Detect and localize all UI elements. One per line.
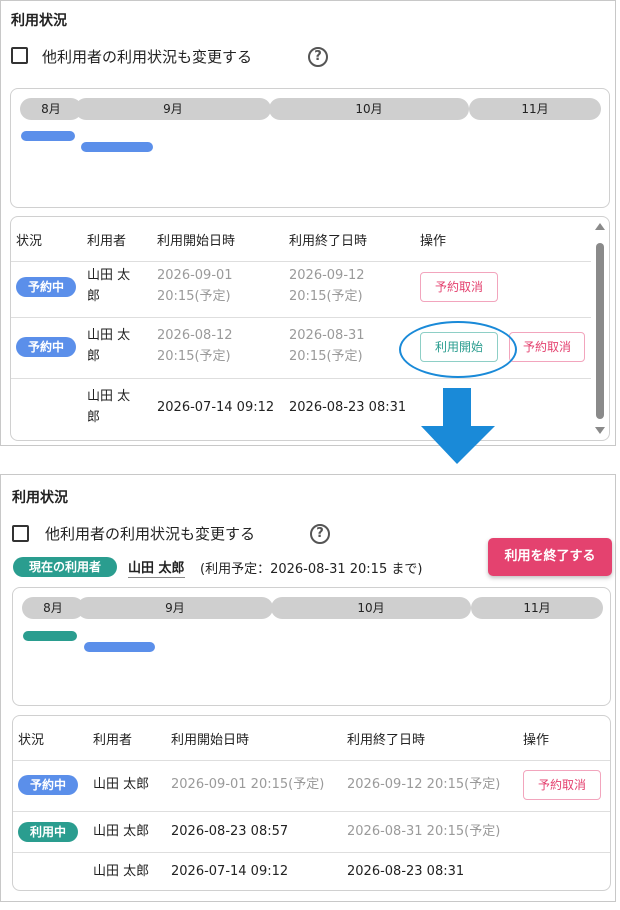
start-cell: 2026-07-14 09:12 — [157, 400, 275, 415]
scroll-thumb[interactable] — [596, 243, 604, 419]
help-icon[interactable]: ? — [310, 524, 330, 544]
user-name: 山田 太 — [87, 328, 131, 343]
start-cell: 2026-09-01 20:15(予定) — [171, 777, 325, 792]
header-action: 操作 — [523, 733, 550, 748]
user-name: 郎 — [87, 289, 101, 304]
checkbox-label: 他利用者の利用状況も変更する — [45, 525, 256, 543]
start-cell: 2026-07-14 09:12 — [171, 864, 289, 879]
month-oct: 10月 — [269, 98, 469, 120]
start-time: 20:15(予定) — [157, 289, 231, 304]
current-user-badge: 現在の利用者 — [13, 557, 117, 577]
month-sep: 9月 — [75, 98, 271, 120]
help-icon[interactable]: ? — [308, 47, 328, 67]
usage-table: 状況 利用者 利用開始日時 利用終了日時 操作 予約中 山田 太郎 2026-0… — [12, 715, 611, 891]
scroll-up-icon[interactable] — [595, 223, 605, 230]
start-date: 2026-09-01 — [157, 268, 233, 283]
reservation-bar[interactable] — [84, 642, 155, 652]
usage-table: 状況 利用者 利用開始日時 利用終了日時 操作 予約中 山田 太 郎 2026-… — [10, 216, 610, 441]
header-status: 状況 — [16, 234, 43, 249]
top-panel: 利用状況 他利用者の利用状況も変更する ? 8月 9月 10月 11月 状況 利… — [0, 0, 616, 446]
divider — [11, 317, 591, 318]
start-cell: 2026-09-01 20:15(予定) — [157, 265, 233, 307]
status-badge: 予約中 — [16, 277, 76, 297]
end-cell: 2026-08-23 08:31 — [289, 400, 407, 415]
user-cell: 山田 太 郎 — [87, 386, 130, 428]
schedule-note: (利用予定：2026-08-31 20:15 まで) — [200, 562, 423, 577]
user-cell: 山田 太郎 — [93, 777, 150, 792]
divider — [13, 852, 610, 853]
month-nov: 11月 — [469, 98, 601, 120]
end-date: 2026-08-31 — [289, 328, 365, 343]
end-cell: 2026-08-23 08:31 — [347, 864, 465, 879]
month-oct: 10月 — [271, 597, 471, 619]
current-user-name: 山田 太郎 — [128, 557, 185, 578]
other-users-checkbox[interactable] — [12, 525, 29, 542]
down-arrow-icon — [421, 388, 495, 464]
other-users-checkbox[interactable] — [11, 47, 28, 64]
month-aug: 8月 — [20, 98, 82, 120]
start-cell: 2026-08-12 20:15(予定) — [157, 325, 233, 367]
end-cell: 2026-08-31 20:15(予定) — [289, 325, 365, 367]
bottom-panel: 利用状況 他利用者の利用状況も変更する ? 現在の利用者 山田 太郎 (利用予定… — [0, 474, 616, 902]
user-cell: 山田 太郎 — [93, 824, 150, 839]
timeline: 8月 9月 10月 11月 — [10, 88, 610, 208]
status-badge: 予約中 — [16, 337, 76, 357]
start-time: 20:15(予定) — [157, 349, 231, 364]
user-cell: 山田 太 郎 — [87, 265, 130, 307]
header-start: 利用開始日時 — [171, 733, 250, 748]
checkbox-label: 他利用者の利用状況も変更する — [42, 48, 253, 66]
panel-title: 利用状況 — [11, 13, 67, 29]
divider — [13, 760, 610, 761]
user-name: 山田 太 — [87, 389, 131, 404]
header-user: 利用者 — [87, 234, 127, 249]
header-end: 利用終了日時 — [289, 234, 368, 249]
panel-title: 利用状況 — [12, 490, 68, 506]
user-cell: 山田 太郎 — [93, 864, 150, 879]
month-aug: 8月 — [22, 597, 84, 619]
end-time: 20:15(予定) — [289, 349, 363, 364]
scroll-down-icon[interactable] — [595, 427, 605, 434]
status-badge: 予約中 — [18, 775, 78, 795]
in-use-bar[interactable] — [23, 631, 77, 641]
end-usage-button[interactable]: 利用を終了する — [488, 538, 612, 576]
month-nov: 11月 — [471, 597, 603, 619]
end-cell: 2026-08-31 20:15(予定) — [347, 824, 501, 839]
user-name: 山田 太 — [87, 268, 131, 283]
end-cell: 2026-09-12 20:15(予定) — [289, 265, 365, 307]
start-cell: 2026-08-23 08:57 — [171, 824, 289, 839]
reservation-bar[interactable] — [21, 131, 75, 141]
divider — [11, 378, 591, 379]
cancel-reservation-button[interactable]: 予約取消 — [509, 332, 585, 362]
highlight-ellipse — [399, 321, 517, 378]
divider — [13, 811, 610, 812]
divider — [11, 261, 591, 262]
end-date: 2026-09-12 — [289, 268, 365, 283]
user-name: 郎 — [87, 410, 101, 425]
header-user: 利用者 — [93, 733, 133, 748]
month-sep: 9月 — [77, 597, 273, 619]
end-time: 20:15(予定) — [289, 289, 363, 304]
header-start: 利用開始日時 — [157, 234, 236, 249]
cancel-reservation-button[interactable]: 予約取消 — [523, 770, 601, 800]
cancel-reservation-button[interactable]: 予約取消 — [420, 272, 498, 302]
header-status: 状況 — [18, 733, 45, 748]
end-cell: 2026-09-12 20:15(予定) — [347, 777, 501, 792]
user-name: 郎 — [87, 349, 101, 364]
header-end: 利用終了日時 — [347, 733, 426, 748]
header-action: 操作 — [420, 234, 447, 249]
status-badge: 利用中 — [18, 822, 78, 842]
user-cell: 山田 太 郎 — [87, 325, 130, 367]
timeline: 8月 9月 10月 11月 — [12, 587, 611, 706]
reservation-bar[interactable] — [81, 142, 153, 152]
scrollbar[interactable] — [594, 221, 606, 438]
start-date: 2026-08-12 — [157, 328, 233, 343]
